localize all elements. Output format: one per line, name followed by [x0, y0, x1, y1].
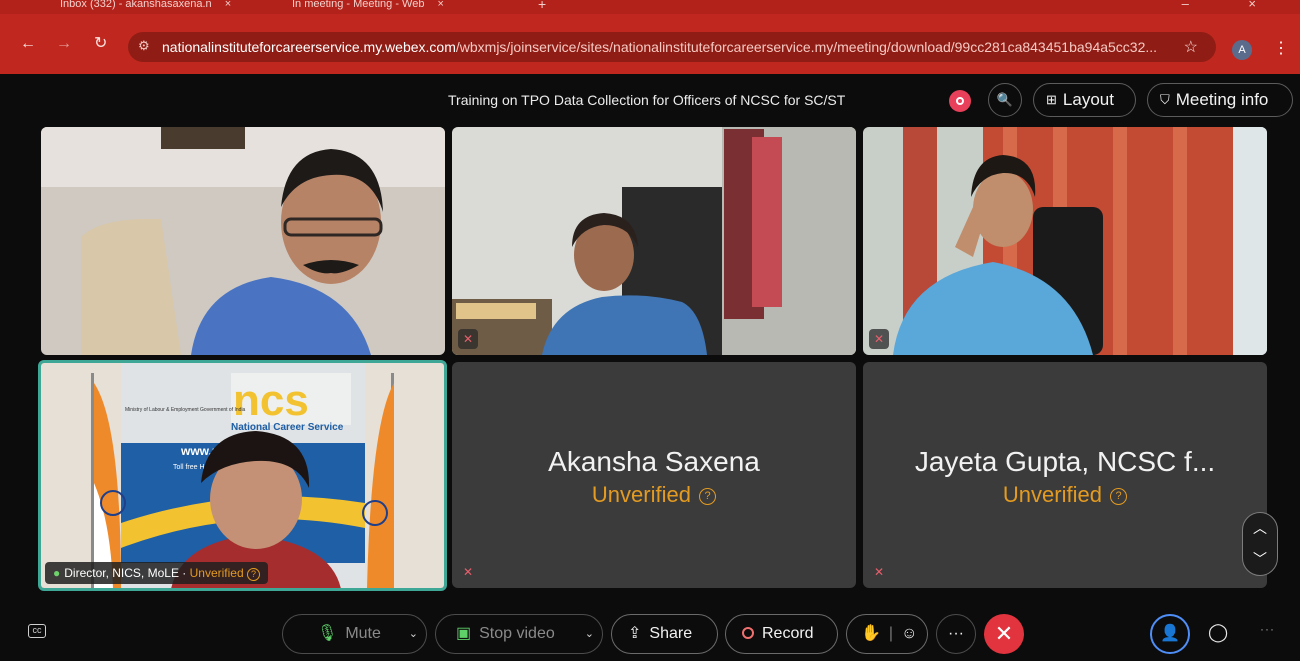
url-path: /wbxmjs/joinservice/sites/nationalinstit… — [455, 39, 1158, 55]
mic-off-icon: ✕ — [458, 329, 478, 349]
mic-icon: ● — [53, 566, 61, 580]
back-icon[interactable]: ← — [20, 36, 36, 52]
layout-button[interactable]: ⊞ Layout — [1033, 83, 1136, 117]
url-bar[interactable]: ⚙ nationalinstituteforcareerservice.my.w… — [128, 32, 1216, 62]
tab-meeting-title: In meeting - Meeting - Web — [292, 0, 425, 10]
mute-label: Mute — [345, 625, 381, 642]
close-tab-icon[interactable]: × — [438, 0, 444, 10]
mic-off-icon: ✕ — [462, 565, 474, 579]
unverified-label: Unverified — [591, 482, 691, 507]
more-options-button[interactable]: ··· — [936, 614, 976, 654]
meeting-info-button[interactable]: ⛉ Meeting info — [1147, 83, 1293, 117]
video-tile-5[interactable]: Akansha Saxena Unverified ? ✕ — [452, 362, 856, 588]
participant-video: ncs National Career Service Ministry of … — [41, 363, 444, 588]
share-icon: ⇪ — [628, 625, 642, 642]
layout-label: Layout — [1062, 90, 1114, 109]
record-indicator-icon — [949, 90, 971, 112]
reactions-button[interactable]: ✋ | ☺ — [846, 614, 928, 654]
tile-scroll-control[interactable]: ︿ ﹀ — [1242, 512, 1278, 576]
raise-hand-icon[interactable]: ✋ — [861, 625, 881, 642]
video-tile-3[interactable]: ✕ — [863, 127, 1267, 355]
camera-icon: ▣ — [456, 625, 472, 642]
layout-icon: ⊞ — [1046, 92, 1057, 107]
close-icon: ✕ — [994, 621, 1014, 646]
unverified-label: Unverified — [1002, 482, 1102, 507]
participant-video — [41, 127, 445, 355]
leave-meeting-button[interactable]: ✕ — [984, 614, 1024, 654]
participant-name-tag: ● Director, NICS, MoLE · Unverified ? — [45, 562, 268, 584]
stop-video-button[interactable]: ▣ Stop video ⌄ — [435, 614, 603, 654]
meeting-info-label: Meeting info — [1175, 90, 1269, 109]
mic-icon: 🎙 — [317, 625, 338, 642]
kebab-icon[interactable]: ⋮ — [1273, 38, 1289, 58]
tab-inbox[interactable]: Inbox (332) - akanshasaxena.n × — [60, 0, 231, 14]
chevron-down-icon[interactable]: ⌄ — [585, 615, 594, 653]
help-icon[interactable]: ? — [1110, 488, 1128, 505]
participant-name: Jayeta Gupta, NCSC f... — [914, 446, 1216, 477]
participant-video — [863, 127, 1267, 355]
help-icon[interactable]: ? — [247, 568, 260, 581]
profile-avatar[interactable]: A — [1232, 40, 1252, 60]
participant-video — [452, 127, 856, 355]
forward-icon[interactable]: → — [56, 36, 72, 52]
close-tab-icon[interactable]: × — [225, 0, 231, 10]
share-label: Share — [649, 625, 693, 642]
meeting-title: Training on TPO Data Collection for Offi… — [448, 92, 846, 108]
stop-video-label: Stop video — [479, 625, 555, 642]
tune-icon[interactable]: ⚙ — [138, 38, 150, 54]
record-label: Record — [762, 625, 814, 642]
video-tile-6[interactable]: Jayeta Gupta, NCSC f... Unverified ? ✕ — [863, 362, 1267, 588]
meeting-window: Training on TPO Data Collection for Offi… — [0, 74, 1300, 661]
reload-icon[interactable]: ↻ — [94, 36, 107, 52]
mic-off-icon: ✕ — [869, 329, 889, 349]
window-controls[interactable]: – × — [1182, 0, 1284, 14]
participant-name: Akansha Saxena — [548, 446, 760, 477]
captions-icon[interactable]: cc — [28, 624, 46, 638]
video-tile-4[interactable]: ncs National Career Service Ministry of … — [38, 360, 447, 591]
unverified-status: Unverified ? — [863, 482, 1267, 508]
mic-off-icon: ✕ — [873, 565, 885, 579]
chat-icon[interactable]: ◯ — [1208, 622, 1228, 643]
url-text[interactable]: nationalinstituteforcareerservice.my.web… — [162, 39, 1172, 55]
star-icon[interactable]: ☆ — [1184, 37, 1198, 57]
zoom-icon[interactable]: 🔍 — [988, 83, 1022, 117]
address-toolbar: ← → ↻ ⚙ nationalinstituteforcareerservic… — [0, 14, 1300, 74]
tab-meeting[interactable]: In meeting - Meeting - Web × — [292, 0, 444, 14]
participant-name: Director, NICS, MoLE — [64, 566, 179, 580]
shield-icon: ⛉ — [1160, 92, 1170, 107]
participants-icon: 👤 — [1160, 625, 1180, 642]
mute-button[interactable]: 🎙 Mute ⌄ — [282, 614, 427, 654]
chevron-up-icon[interactable]: ︿ — [1243, 513, 1277, 544]
emoji-icon[interactable]: ☺ — [901, 625, 917, 642]
banner-ministry: Ministry of Labour & Employment Governme… — [125, 407, 246, 413]
new-tab-button[interactable]: + — [538, 0, 546, 14]
banner-subtitle: National Career Service — [231, 422, 344, 433]
ncs-logo: ncs — [233, 376, 309, 425]
tab-inbox-title: Inbox (332) - akanshasaxena.n — [60, 0, 212, 10]
share-button[interactable]: ⇪ Share — [611, 614, 718, 654]
chevron-down-icon[interactable]: ﹀ — [1243, 544, 1277, 575]
browser-tab-strip: Inbox (332) - akanshasaxena.n × In meeti… — [0, 0, 1300, 14]
chevron-down-icon[interactable]: ⌄ — [409, 615, 418, 653]
url-host: nationalinstituteforcareerservice.my.web… — [162, 39, 456, 55]
participants-button[interactable]: 👤 — [1150, 614, 1190, 654]
overflow-menu-button[interactable]: ··· — [1260, 622, 1275, 636]
record-icon — [742, 627, 754, 639]
video-tile-2[interactable]: ✕ — [452, 127, 856, 355]
record-button[interactable]: Record — [725, 614, 838, 654]
help-icon[interactable]: ? — [699, 488, 717, 505]
video-tile-1[interactable] — [41, 127, 445, 355]
unverified-label: Unverified — [189, 566, 244, 580]
unverified-status: Unverified ? — [452, 482, 856, 508]
